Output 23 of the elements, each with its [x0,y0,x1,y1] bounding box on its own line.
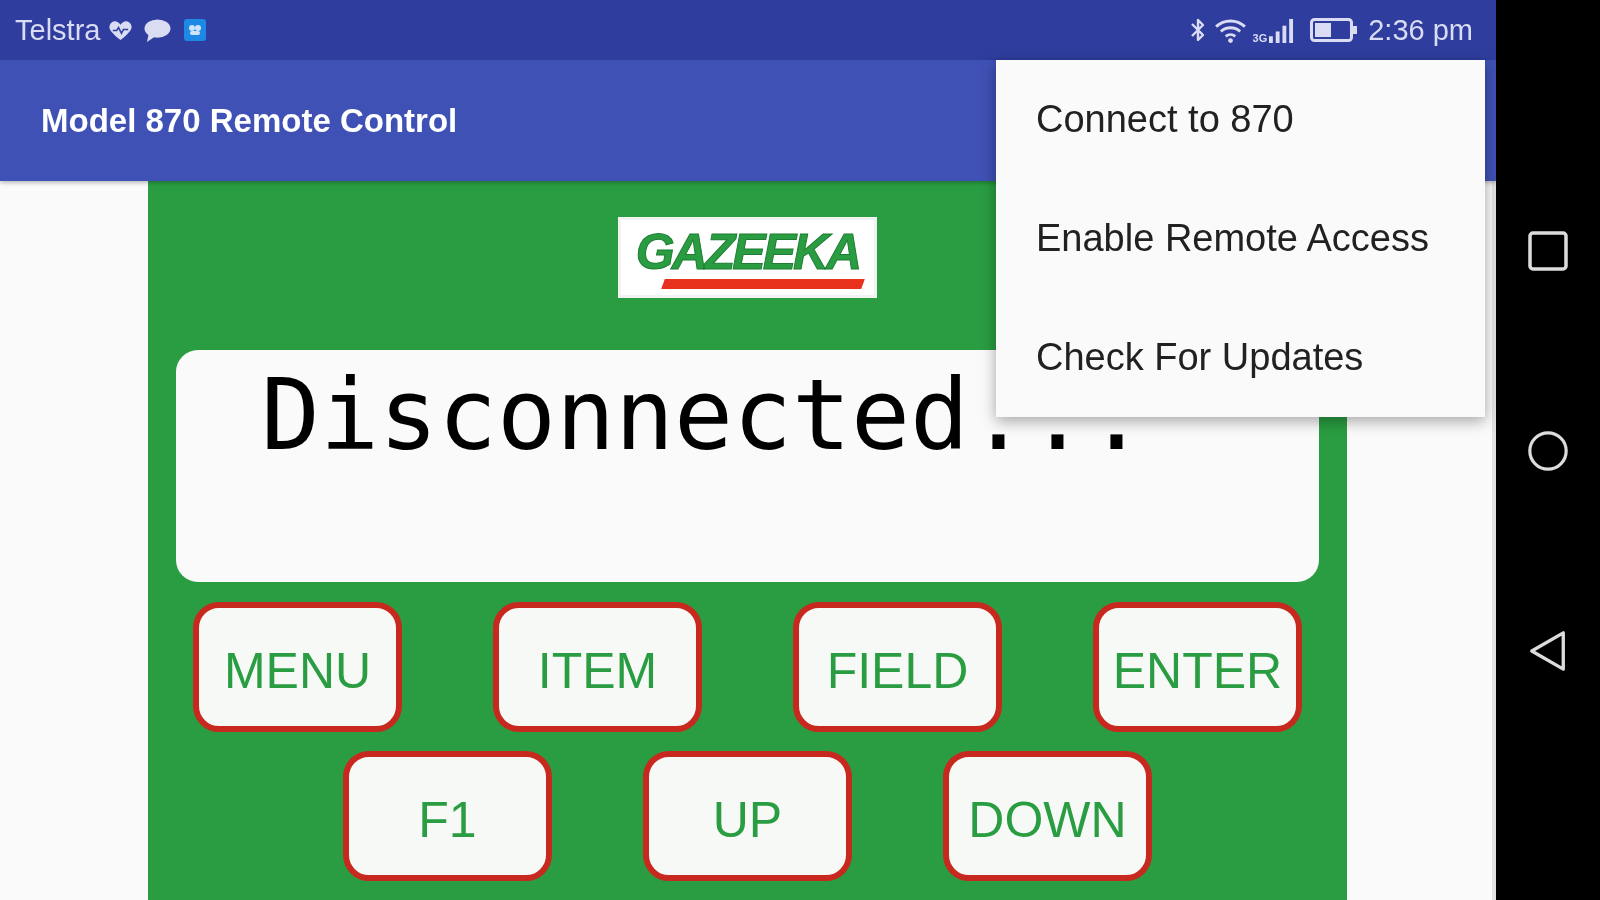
menu-item[interactable]: Connect to 870 [996,60,1485,179]
carrier-name: Telstra [15,15,101,45]
recent-apps-icon[interactable] [1528,230,1568,272]
keypad-button[interactable]: DOWN [943,751,1152,881]
menu-item[interactable]: Enable Remote Access [996,179,1485,298]
back-icon[interactable] [1528,630,1568,672]
clock-time: 2:36 pm [1368,15,1473,45]
home-icon[interactable] [1528,430,1568,472]
stripe-icon [660,278,865,289]
keypad-button[interactable]: ITEM [493,602,702,732]
signal-bars-icon [1268,17,1296,43]
app-tile-icon [184,19,207,41]
keypad-button[interactable]: FIELD [793,602,1002,732]
battery-icon [1310,18,1359,42]
app-title: Model 870 Remote Control [41,101,458,140]
network-type-label: 3G [1252,32,1268,44]
logo-text: GAZEEKA [635,226,860,277]
keypad-button[interactable]: UP [643,751,852,881]
wifi-icon [1213,17,1247,43]
keypad-button[interactable]: F1 [343,751,552,881]
keypad-button[interactable]: ENTER [1093,602,1302,732]
keypad-button[interactable]: MENU [193,602,402,732]
chat-bubble-icon [143,17,173,43]
